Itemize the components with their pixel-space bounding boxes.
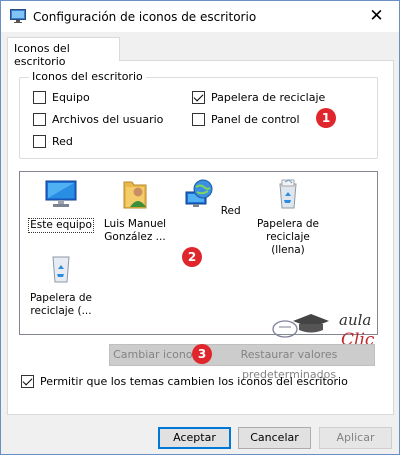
tab-desktop-icons[interactable]: Iconos del escritorio xyxy=(7,37,120,68)
themes-checkbox-box[interactable] xyxy=(21,375,34,388)
accept-button[interactable]: Aceptar xyxy=(158,427,231,449)
red-checkbox-box[interactable] xyxy=(33,135,46,148)
item-label: Red xyxy=(220,205,241,217)
list-item-red[interactable]: Red xyxy=(174,178,250,218)
checkbox-label: Equipo xyxy=(52,91,90,104)
checkbox-label: Papelera de reciclaje xyxy=(211,91,326,104)
close-button[interactable]: ✕ xyxy=(354,1,399,32)
checkbox-label: Panel de control xyxy=(211,113,300,126)
user-folder-icon xyxy=(123,181,147,209)
dialog-window: Configuración de iconos de escritorio ✕ … xyxy=(0,0,400,455)
item-label-line2: reciclaje (... xyxy=(30,305,92,317)
checkbox-equipo[interactable]: Equipo xyxy=(33,91,90,104)
callout-badge-2: 2 xyxy=(182,247,202,267)
item-label: Luis Manuel xyxy=(103,218,167,230)
checkbox-panel-control[interactable]: Panel de control xyxy=(192,113,300,126)
checkbox-label: Red xyxy=(52,135,73,148)
item-label-line2: reciclaje (llena) xyxy=(266,231,310,256)
cancel-button[interactable]: Cancelar xyxy=(238,427,311,449)
restore-defaults-button[interactable]: Restaurar valores predeterminados xyxy=(203,344,375,381)
svg-text:aula: aula xyxy=(339,311,371,329)
list-item-papelera-vacia[interactable]: Papelera de reciclaje (... xyxy=(23,252,99,318)
checkbox-label: Archivos del usuario xyxy=(52,113,164,126)
groupbox-title: Iconos del escritorio xyxy=(29,70,146,83)
checkbox-archivos-usuario[interactable]: Archivos del usuario xyxy=(33,113,163,126)
aulaclic-logo: aula Clic xyxy=(272,311,375,349)
item-label: Papelera de xyxy=(256,218,319,230)
window-title: Configuración de iconos de escritorio xyxy=(33,10,257,24)
recycle-bin-empty-icon xyxy=(52,256,70,283)
panel-checkbox-box[interactable] xyxy=(192,113,205,126)
network-globe-icon xyxy=(185,179,213,207)
title-bar: Configuración de iconos de escritorio ✕ xyxy=(1,1,399,32)
list-item-este-equipo[interactable]: Este equipo xyxy=(23,178,99,233)
monitor-icon xyxy=(45,180,77,207)
checkbox-label: Permitir que los temas cambien los icono… xyxy=(40,375,348,388)
item-label-line2: González ... xyxy=(104,231,166,243)
checkbox-papelera[interactable]: Papelera de reciclaje xyxy=(192,91,325,104)
checkbox-allow-themes[interactable]: Permitir que los temas cambien los icono… xyxy=(21,375,348,388)
apply-button[interactable]: Aplicar xyxy=(319,427,392,449)
equipo-checkbox-box[interactable] xyxy=(33,91,46,104)
item-label: Este equipo xyxy=(28,218,94,233)
callout-badge-1: 1 xyxy=(316,108,336,128)
list-item-papelera-llena[interactable]: Papelera de reciclaje (llena) xyxy=(250,178,326,257)
list-item-user-folder[interactable]: Luis Manuel González ... xyxy=(97,178,173,244)
desktop-settings-icon xyxy=(10,9,26,23)
recycle-bin-full-icon xyxy=(279,179,297,209)
papelera-checkbox-box[interactable] xyxy=(192,91,205,104)
checkbox-red[interactable]: Red xyxy=(33,135,73,148)
archivos-checkbox-box[interactable] xyxy=(33,113,46,126)
item-label: Papelera de xyxy=(29,292,92,304)
callout-badge-3: 3 xyxy=(192,344,212,364)
